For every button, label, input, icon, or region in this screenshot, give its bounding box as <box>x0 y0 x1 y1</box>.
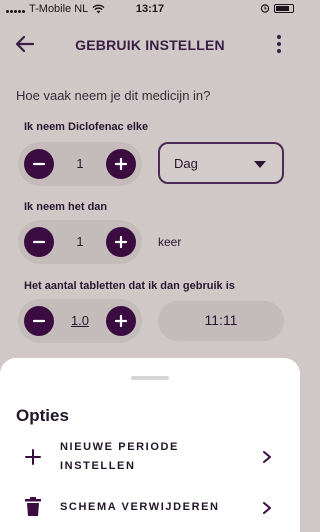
sheet-drag-handle[interactable] <box>131 376 169 380</box>
times-label: Ik neem het dan <box>24 201 108 213</box>
option-delete-schedule-label: SCHEMA VERWIJDEREN <box>60 501 220 513</box>
option-new-period-line1: NIEUWE PERIODE <box>60 441 179 453</box>
frequency-increment-button[interactable] <box>106 149 136 179</box>
status-time: 13:17 <box>135 3 165 15</box>
sheet-title: Opties <box>16 406 69 425</box>
plus-icon <box>114 235 128 249</box>
minus-icon <box>32 240 46 244</box>
times-decrement-button[interactable] <box>24 227 54 257</box>
minus-icon <box>32 162 46 166</box>
more-vertical-icon[interactable] <box>276 34 282 54</box>
caret-down-icon <box>254 161 266 168</box>
minus-icon <box>32 319 46 323</box>
frequency-value: 1 <box>76 156 84 171</box>
times-increment-button[interactable] <box>106 227 136 257</box>
dose-value[interactable]: 1.0 <box>54 313 106 328</box>
dose-increment-button[interactable] <box>106 306 136 336</box>
plus-icon <box>114 157 128 171</box>
period-select[interactable]: Dag <box>158 142 284 184</box>
page-title: GEBRUIK INSTELLEN <box>75 37 225 53</box>
status-bar: T-Mobile NL 13:17 <box>0 0 300 20</box>
times-value: 1 <box>76 234 84 249</box>
period-select-value: Dag <box>174 156 198 171</box>
option-new-period[interactable]: NIEUWE PERIODE INSTELLEN <box>0 436 300 478</box>
alarm-icon <box>260 4 270 13</box>
trash-icon <box>25 497 41 516</box>
dose-label: Het aantal tabletten dat ik dan gebruik … <box>24 280 235 292</box>
option-delete-schedule[interactable]: SCHEMA VERWIJDEREN <box>0 494 300 522</box>
option-new-period-line2: INSTELLEN <box>60 460 136 472</box>
frequency-label: Ik neem Diclofenac elke <box>24 121 149 133</box>
option-new-period-label: NIEUWE PERIODE INSTELLEN <box>60 438 179 476</box>
time-picker[interactable]: 11:11 <box>158 301 284 341</box>
frequency-question: Hoe vaak neem je dit medicijn in? <box>16 88 211 103</box>
plus-icon <box>25 449 41 465</box>
chevron-right-icon <box>263 502 271 514</box>
status-right <box>260 3 294 13</box>
frequency-stepper: 1 <box>18 142 142 186</box>
times-unit: keer <box>158 235 182 249</box>
app-bar: GEBRUIK INSTELLEN <box>0 28 300 62</box>
dose-stepper: 1.0 <box>18 299 142 343</box>
chevron-right-icon <box>263 451 271 463</box>
dose-decrement-button[interactable] <box>24 306 54 336</box>
battery-icon <box>274 3 294 13</box>
times-stepper: 1 <box>18 220 142 264</box>
plus-icon <box>114 314 128 328</box>
options-bottom-sheet: Opties NIEUWE PERIODE INSTELLEN SCHEMA V… <box>0 358 300 532</box>
frequency-decrement-button[interactable] <box>24 149 54 179</box>
